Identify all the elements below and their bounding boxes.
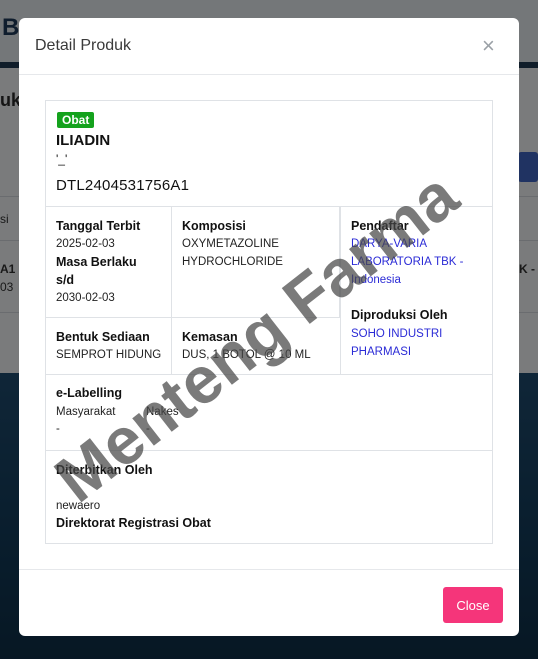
diterbitkan-value: newaero bbox=[56, 500, 101, 512]
modal-footer: Close bbox=[19, 569, 519, 636]
product-detail-modal: Detail Produk × Obat ILIADIN '_' DTL2404… bbox=[19, 18, 519, 636]
bentuk-sediaan-label: Bentuk Sediaan bbox=[56, 330, 150, 344]
masa-berlaku-value: 2030-02-03 bbox=[56, 292, 115, 304]
tanggal-terbit-value: 2025-02-03 bbox=[56, 238, 115, 250]
komposisi-label: Komposisi bbox=[182, 219, 246, 233]
diproduksi-label: Diproduksi Oleh bbox=[351, 308, 448, 322]
modal-header: Detail Produk × bbox=[19, 18, 519, 75]
e-labelling-label: e-Labelling bbox=[56, 386, 122, 400]
masyarakat-value: - bbox=[56, 423, 60, 435]
close-button[interactable]: Close bbox=[443, 587, 503, 623]
diterbitkan-label: Diterbitkan Oleh bbox=[56, 463, 153, 477]
komposisi-value: OXYMETAZOLINE bbox=[182, 238, 279, 250]
nakes-value: - bbox=[146, 423, 150, 435]
masa-berlaku-label: Masa Berlaku bbox=[56, 255, 137, 269]
registration-number: DTL2404531756A1 bbox=[56, 177, 190, 194]
diterbitkan-cell: Diterbitkan Oleh newaero Direktorat Regi… bbox=[46, 451, 492, 543]
pendaftar-value: LABORATORIA TBK - bbox=[351, 256, 464, 268]
category-badge: Obat bbox=[57, 112, 95, 128]
close-icon[interactable]: × bbox=[482, 35, 495, 57]
kemasan-label: Kemasan bbox=[182, 330, 238, 344]
pendaftar-value: DARYA-VARIA bbox=[351, 238, 428, 250]
bentuk-sediaan-value: SEMPROT HIDUNG bbox=[56, 349, 162, 361]
komposisi-cell: Komposisi OXYMETAZOLINE HYDROCHLORIDE bbox=[172, 207, 340, 318]
product-detail-card: Obat ILIADIN '_' DTL2404531756A1 Tanggal… bbox=[45, 100, 493, 544]
nakes-label[interactable]: Nakes bbox=[146, 403, 179, 421]
pendaftar-cell: Pendaftar DARYA-VARIA LABORATORIA TBK - … bbox=[340, 207, 492, 375]
pendaftar-value: Indonesia bbox=[351, 274, 401, 286]
direktorat-label: Direktorat Registrasi Obat bbox=[56, 516, 211, 530]
modal-title: Detail Produk bbox=[35, 37, 132, 54]
product-name: ILIADIN bbox=[56, 132, 111, 149]
dates-cell: Tanggal Terbit 2025-02-03 Masa Berlaku s… bbox=[46, 207, 172, 318]
kemasan-value: DUS, 1 BOTOL @ 10 ML bbox=[182, 349, 311, 361]
pendaftar-label: Pendaftar bbox=[351, 219, 409, 233]
diproduksi-value: SOHO INDUSTRI bbox=[351, 328, 443, 340]
diproduksi-value: PHARMASI bbox=[351, 346, 412, 358]
komposisi-value: HYDROCHLORIDE bbox=[182, 256, 283, 268]
product-header-section: Obat ILIADIN '_' DTL2404531756A1 bbox=[46, 101, 492, 207]
kemasan-cell: Kemasan DUS, 1 BOTOL @ 10 ML bbox=[172, 318, 340, 375]
tanggal-terbit-label: Tanggal Terbit bbox=[56, 219, 141, 233]
e-labelling-cell: e-Labelling Masyarakat - Nakes - bbox=[46, 375, 492, 451]
masa-berlaku-label-sd: s/d bbox=[56, 273, 75, 287]
product-subtitle: '_' bbox=[56, 152, 68, 166]
bentuk-sediaan-cell: Bentuk Sediaan SEMPROT HIDUNG bbox=[46, 318, 172, 375]
masyarakat-label[interactable]: Masyarakat bbox=[56, 403, 115, 421]
